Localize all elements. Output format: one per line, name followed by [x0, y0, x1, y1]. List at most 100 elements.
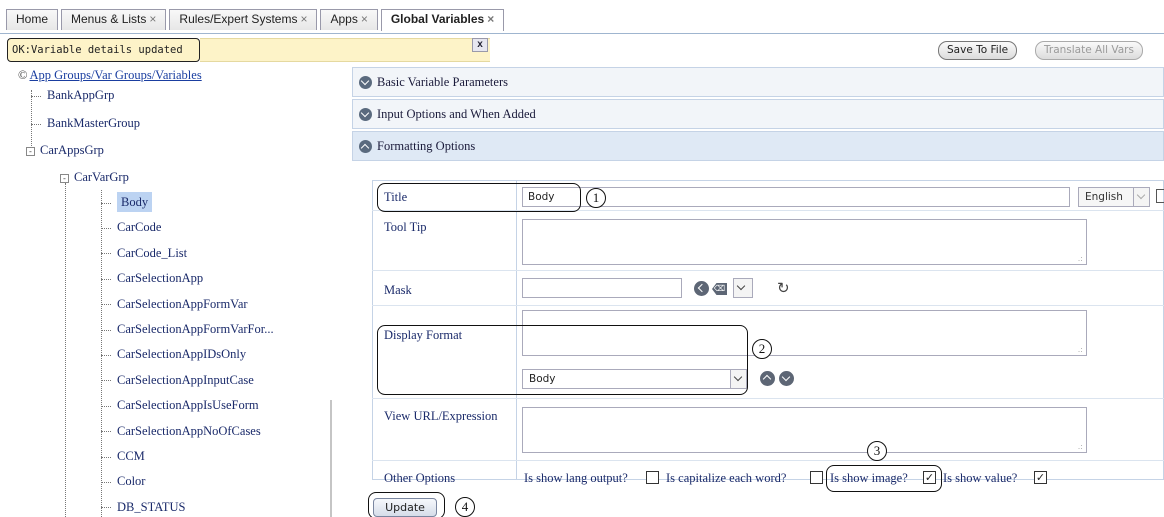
- tree-connector: [101, 202, 111, 204]
- tree-variable[interactable]: CCM: [101, 449, 145, 469]
- chevron-down-icon: [734, 279, 752, 297]
- tree-group-label: BankAppGrp: [47, 88, 115, 102]
- tab-label: Home: [16, 12, 49, 26]
- tree-connector: [31, 95, 41, 97]
- tree-guide: [65, 183, 66, 517]
- translate-all-vars-button[interactable]: Translate All Vars: [1035, 41, 1143, 60]
- tree-subgroup-expanded[interactable]: - CarVarGrp: [60, 170, 129, 190]
- section-title: Formatting Options: [377, 139, 476, 153]
- tree-connector: [101, 355, 111, 357]
- tab-apps[interactable]: Apps ×: [320, 9, 378, 30]
- tree-variable[interactable]: CarSelectionAppFormVarFor...: [101, 322, 274, 342]
- callout-box-3: [826, 465, 942, 492]
- tree-connector: [101, 380, 111, 382]
- tree-variable[interactable]: Color: [101, 474, 145, 494]
- status-message: OK:Variable details updated: [7, 38, 200, 62]
- tree-variable[interactable]: CarSelectionAppFormVar: [101, 297, 248, 317]
- resize-grip-icon: .:: [1077, 345, 1083, 354]
- mask-input[interactable]: [522, 278, 682, 298]
- other-options-label: Other Options: [384, 471, 456, 485]
- view-url-textarea[interactable]: .:: [522, 407, 1087, 453]
- tab-label: Menus & Lists: [71, 12, 147, 26]
- section-basic-parameters[interactable]: Basic Variable Parameters: [352, 67, 1164, 97]
- section-title: Input Options and When Added: [377, 107, 536, 121]
- tree-variable-label: CarSelectionAppIsUseForm: [117, 398, 259, 413]
- edit-icon[interactable]: [1156, 189, 1164, 203]
- tooltip-textarea[interactable]: .:: [522, 219, 1087, 265]
- tree-variable-label: CarSelectionAppFormVar: [117, 296, 248, 311]
- close-icon[interactable]: ×: [300, 12, 307, 26]
- tab-label: Global Variables: [390, 12, 485, 26]
- close-icon[interactable]: ×: [487, 12, 494, 26]
- tab-home[interactable]: Home: [6, 9, 59, 30]
- close-icon[interactable]: ×: [361, 12, 368, 26]
- move-up-icon[interactable]: [760, 371, 775, 386]
- tree-variable[interactable]: CarSelectionApp: [101, 271, 203, 291]
- language-select[interactable]: English: [1078, 187, 1150, 207]
- mask-label: Mask: [384, 283, 412, 297]
- save-to-file-button[interactable]: Save To File: [938, 41, 1018, 60]
- tree-variable[interactable]: CarCode: [101, 220, 161, 240]
- row-divider: [372, 460, 1164, 461]
- language-value: English: [1085, 191, 1123, 203]
- chevron-left-icon[interactable]: [694, 281, 709, 296]
- capitalize-label: Is capitalize each word?: [666, 471, 787, 485]
- tree-variable[interactable]: CarSelectionAppInputCase: [101, 373, 254, 393]
- tree-variable-label: Body: [117, 192, 153, 212]
- callout-box-2: [377, 325, 748, 395]
- tree-variable-label: CarSelectionAppIDsOnly: [117, 347, 247, 362]
- tree-header-label: App Groups/Var Groups/Variables: [29, 68, 202, 82]
- tab-bar: Home Menus & Lists × Rules/Expert Systems…: [0, 0, 1164, 34]
- chevron-down-icon: [1133, 188, 1149, 206]
- tree-variable-label: CarSelectionApp: [117, 271, 204, 286]
- collapse-icon[interactable]: -: [26, 146, 35, 156]
- tree-group-label: CarAppsGrp: [40, 143, 104, 157]
- tree-variable[interactable]: CarCode_List: [101, 246, 187, 266]
- tree-group[interactable]: BankMasterGroup: [31, 116, 140, 136]
- collapse-icon[interactable]: -: [60, 173, 69, 183]
- tree-group-expanded[interactable]: - CarAppsGrp: [26, 143, 104, 163]
- callout-number: 2: [752, 339, 772, 359]
- chevron-up-icon: [359, 140, 372, 153]
- tab-rules-expert-systems[interactable]: Rules/Expert Systems ×: [169, 9, 318, 30]
- capitalize-checkbox[interactable]: [810, 471, 823, 484]
- refresh-icon[interactable]: ©: [18, 68, 28, 83]
- tree-header[interactable]: © App Groups/Var Groups/Variables: [18, 68, 202, 83]
- callout-box-1: [377, 183, 581, 212]
- view-url-label: View URL/Expression: [384, 409, 498, 423]
- callout-box-4: [368, 492, 445, 517]
- tree-connector: [101, 482, 111, 484]
- show-value-checkbox[interactable]: ✓: [1034, 471, 1047, 484]
- callout-number: 1: [586, 188, 606, 208]
- close-icon[interactable]: ×: [149, 12, 156, 26]
- resize-grip-icon: .:: [1077, 442, 1083, 451]
- close-icon[interactable]: x: [472, 38, 488, 52]
- tree-connector: [101, 456, 111, 458]
- tree-connector: [101, 405, 111, 407]
- pane-splitter[interactable]: [330, 400, 332, 517]
- tree-variable[interactable]: CarSelectionAppIsUseForm: [101, 398, 259, 418]
- tree-group[interactable]: BankAppGrp: [31, 88, 114, 108]
- tree-subgroup-label: CarVarGrp: [74, 170, 129, 184]
- tabs-row: Home Menus & Lists × Rules/Expert Systems…: [6, 9, 507, 31]
- tree-variable[interactable]: CarSelectionAppNoOfCases: [101, 424, 261, 444]
- tree-variable-label: DB_STATUS: [117, 499, 186, 514]
- mask-select[interactable]: [733, 278, 753, 298]
- move-down-icon[interactable]: [779, 371, 794, 386]
- chevron-down-icon: [359, 108, 372, 121]
- section-input-options[interactable]: Input Options and When Added: [352, 99, 1164, 129]
- tab-menus-lists[interactable]: Menus & Lists ×: [61, 9, 167, 30]
- tree-connector: [101, 228, 111, 230]
- refresh-icon[interactable]: ↻: [777, 279, 790, 297]
- tree-variable[interactable]: CarSelectionAppIDsOnly: [101, 347, 246, 367]
- tree-variable[interactable]: DB_STATUS: [101, 500, 185, 517]
- tree-group-label: BankMasterGroup: [47, 116, 141, 130]
- status-strip: [200, 38, 490, 62]
- tree-connector: [101, 253, 111, 255]
- section-formatting-options[interactable]: Formatting Options: [352, 131, 1164, 161]
- tree-variable[interactable]: Body: [101, 192, 153, 215]
- row-divider: [372, 270, 1164, 271]
- tab-global-variables[interactable]: Global Variables ×: [380, 9, 505, 31]
- show-lang-output-checkbox[interactable]: [646, 471, 659, 484]
- tree-variable-label: CarCode_List: [117, 245, 188, 260]
